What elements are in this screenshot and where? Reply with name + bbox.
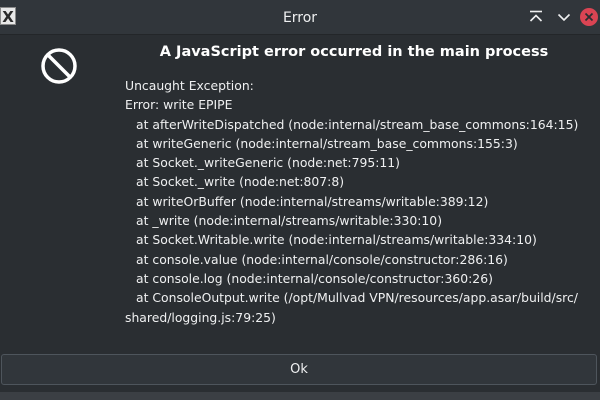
error-line: Error: write EPIPE bbox=[125, 97, 233, 113]
stack-frame: at afterWriteDispatched (node:internal/s… bbox=[136, 116, 579, 132]
stop-icon bbox=[41, 48, 77, 84]
title-bar[interactable]: X Error bbox=[0, 0, 600, 35]
keep-above-button[interactable] bbox=[527, 8, 545, 26]
stack-frame: at Socket._writeGeneric (node:net:795:11… bbox=[136, 155, 401, 171]
stack-frame: at writeGeneric (node:internal/stream_ba… bbox=[136, 135, 518, 151]
keep-above-icon bbox=[529, 10, 543, 22]
error-message: Uncaught Exception: Error: write EPIPE a… bbox=[125, 76, 595, 327]
stack-frame: at writeOrBuffer (node:internal/streams/… bbox=[136, 193, 489, 209]
exception-line: Uncaught Exception: bbox=[125, 78, 254, 93]
stack-frame: at console.log (node:internal/console/co… bbox=[136, 270, 493, 286]
stack-frame: at Socket._write (node:net:807:8) bbox=[136, 174, 345, 190]
close-icon bbox=[584, 12, 594, 22]
error-dialog-window: X Error A JavaScript error occurred in t… bbox=[0, 0, 600, 400]
window-title: Error bbox=[282, 10, 318, 26]
background-strip bbox=[0, 392, 600, 400]
close-button[interactable] bbox=[580, 8, 598, 26]
stack-frame-continuation: shared/logging.js:79:25) bbox=[125, 309, 276, 325]
stack-frame: at _write (node:internal/streams/writabl… bbox=[136, 213, 443, 229]
error-heading: A JavaScript error occurred in the main … bbox=[159, 44, 549, 60]
stack-frame: at Socket.Writable.write (node:internal/… bbox=[136, 232, 537, 248]
stack-frame: at ConsoleOutput.write (/opt/Mullvad VPN… bbox=[136, 290, 578, 306]
ok-button[interactable]: Ok bbox=[1, 354, 597, 385]
stack-frame: at console.value (node:internal/console/… bbox=[136, 251, 508, 267]
minimize-button[interactable] bbox=[555, 8, 573, 26]
minimize-icon bbox=[557, 13, 571, 22]
